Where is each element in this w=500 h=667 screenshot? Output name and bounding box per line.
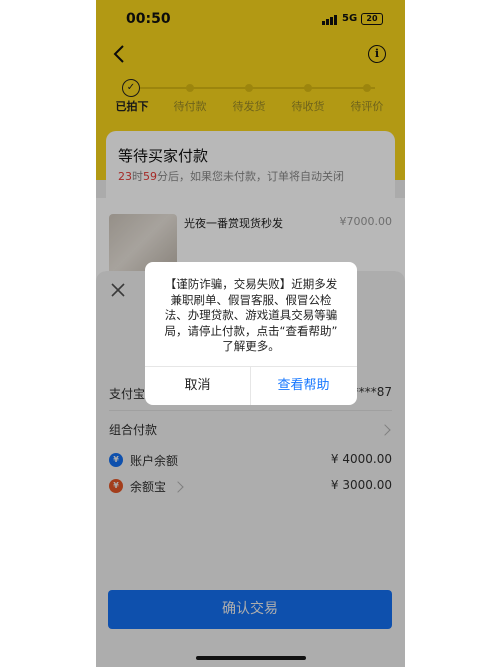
dialog-message-line: 【谨防诈骗，交易失败】近期多发: [164, 277, 338, 291]
phone-screen: 00:50 5G 20 i ✓ 已拍下 待付款 待发货 待收货 待评价 等待买家…: [96, 0, 405, 667]
view-help-button[interactable]: 查看帮助: [251, 367, 356, 405]
dialog-message-line: 了解更多。: [222, 339, 280, 353]
home-indicator[interactable]: [196, 656, 306, 660]
fraud-warning-dialog: 【谨防诈骗，交易失败】近期多发 兼职刷单、假冒客服、假冒公检 法、办理贷款、游戏…: [145, 262, 357, 405]
dialog-message-line: 兼职刷单、假冒客服、假冒公检: [170, 292, 332, 307]
dialog-message: 【谨防诈骗，交易失败】近期多发 兼职刷单、假冒客服、假冒公检 法、办理贷款、游戏…: [159, 277, 343, 355]
dialog-message-line: 法、办理贷款、游戏道具交易等骗: [164, 308, 338, 322]
cancel-button[interactable]: 取消: [145, 367, 250, 405]
dialog-message-line: 局，请停止付款，点击“查看帮助”: [164, 323, 338, 338]
